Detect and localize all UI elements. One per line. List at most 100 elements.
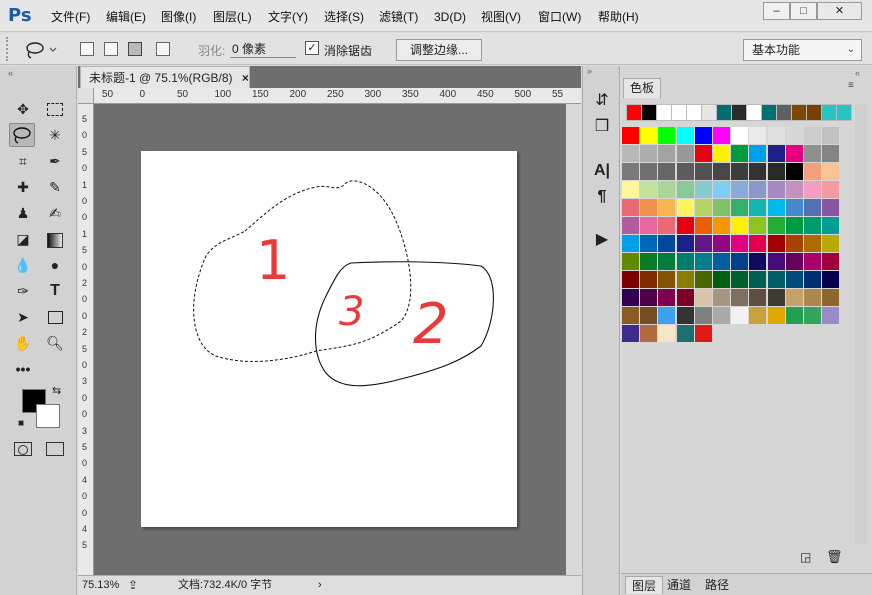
color-swatch[interactable] — [676, 199, 694, 216]
color-swatch[interactable] — [658, 181, 676, 198]
color-swatch[interactable] — [804, 181, 821, 198]
color-swatch[interactable] — [694, 253, 712, 270]
color-swatch[interactable] — [622, 271, 639, 288]
color-swatch[interactable] — [822, 181, 840, 198]
antialias-checkbox[interactable]: ✓ — [305, 41, 319, 55]
color-swatch[interactable] — [822, 163, 840, 180]
color-swatch[interactable] — [785, 217, 803, 234]
color-swatch[interactable] — [694, 217, 712, 234]
clone-stamp-tool-icon[interactable]: ♟ — [12, 202, 34, 224]
eraser-tool-icon[interactable]: ◪ — [12, 228, 34, 250]
color-swatch[interactable] — [804, 253, 821, 270]
ruler-origin[interactable] — [78, 88, 94, 104]
chevron-right-icon[interactable]: › — [318, 576, 322, 594]
color-swatch[interactable] — [767, 181, 785, 198]
color-swatch[interactable] — [804, 199, 821, 216]
menu-file[interactable]: 文件(F) — [51, 9, 90, 25]
color-swatch[interactable] — [640, 145, 658, 162]
color-swatch[interactable] — [676, 145, 694, 162]
color-swatch[interactable] — [658, 127, 676, 144]
recent-swatch[interactable] — [731, 104, 747, 121]
color-swatch[interactable] — [713, 271, 730, 288]
color-swatch[interactable] — [622, 163, 639, 180]
color-swatch[interactable] — [731, 127, 749, 144]
swatch-scrollbar[interactable] — [855, 104, 867, 544]
color-swatch[interactable] — [640, 325, 658, 342]
color-swatch[interactable] — [622, 307, 639, 324]
color-swatch[interactable] — [676, 127, 694, 144]
tab-paths[interactable]: 路径 — [699, 576, 735, 594]
color-swatch[interactable] — [658, 271, 676, 288]
color-swatch[interactable] — [731, 181, 749, 198]
color-swatch[interactable] — [713, 127, 730, 144]
color-swatch[interactable] — [749, 145, 767, 162]
menu-help[interactable]: 帮助(H) — [598, 9, 639, 25]
color-swatch[interactable] — [767, 217, 785, 234]
color-swatch[interactable] — [713, 217, 730, 234]
color-swatch[interactable] — [622, 235, 639, 252]
color-swatch[interactable] — [676, 307, 694, 324]
color-swatch[interactable] — [713, 235, 730, 252]
color-swatch[interactable] — [785, 253, 803, 270]
menu-edit[interactable]: 编辑(E) — [106, 9, 146, 25]
recent-swatch[interactable] — [776, 104, 792, 121]
color-swatch[interactable] — [713, 289, 730, 306]
recent-swatch[interactable] — [626, 104, 642, 121]
menu-filter[interactable]: 滤镜(T) — [379, 9, 418, 25]
color-swatch[interactable] — [622, 145, 639, 162]
color-swatch[interactable] — [767, 127, 785, 144]
lasso-tool-icon[interactable] — [9, 123, 35, 147]
color-swatch[interactable] — [731, 235, 749, 252]
color-swatch[interactable] — [749, 307, 767, 324]
color-swatch[interactable] — [694, 235, 712, 252]
recent-swatch[interactable] — [656, 104, 672, 121]
color-swatch[interactable] — [767, 253, 785, 270]
recent-swatch[interactable] — [791, 104, 807, 121]
character-panel-icon[interactable]: A| — [591, 160, 613, 182]
color-swatch[interactable] — [658, 199, 676, 216]
color-swatch[interactable] — [822, 127, 840, 144]
color-swatch[interactable] — [785, 163, 803, 180]
color-swatch[interactable] — [713, 181, 730, 198]
blur-tool-icon[interactable]: 💧 — [12, 254, 34, 276]
recent-swatch[interactable] — [686, 104, 702, 121]
color-swatch[interactable] — [785, 271, 803, 288]
color-swatch[interactable] — [767, 289, 785, 306]
color-swatch[interactable] — [640, 235, 658, 252]
color-swatch[interactable] — [694, 145, 712, 162]
color-swatch[interactable] — [731, 307, 749, 324]
color-swatch[interactable] — [676, 235, 694, 252]
color-swatch[interactable] — [676, 163, 694, 180]
recent-swatch[interactable] — [746, 104, 762, 121]
color-swatch[interactable] — [804, 235, 821, 252]
color-swatch[interactable] — [713, 199, 730, 216]
color-swatch[interactable] — [822, 289, 840, 306]
trash-icon[interactable]: 🗑︎ — [826, 549, 843, 565]
color-swatch[interactable] — [822, 217, 840, 234]
color-swatch[interactable] — [640, 289, 658, 306]
panel-collapse-icon[interactable]: « — [855, 68, 860, 78]
tab-channels[interactable]: 通道 — [661, 576, 697, 594]
color-swatch[interactable] — [767, 307, 785, 324]
color-swatch[interactable] — [785, 289, 803, 306]
color-swatch[interactable] — [785, 181, 803, 198]
close-tab-icon[interactable]: × — [242, 71, 249, 85]
color-swatch[interactable] — [804, 163, 821, 180]
canvas[interactable]: 1 2 3 — [141, 151, 517, 527]
color-swatch[interactable] — [731, 217, 749, 234]
history-panel-icon[interactable]: ⇵ — [591, 90, 613, 112]
color-swatch[interactable] — [749, 253, 767, 270]
recent-swatch[interactable] — [761, 104, 777, 121]
toolbox-collapse-icon[interactable]: « — [8, 68, 68, 78]
rectangle-tool-icon[interactable] — [44, 306, 66, 328]
color-swatch[interactable] — [804, 307, 821, 324]
default-colors-icon[interactable]: ■ — [18, 418, 24, 429]
color-swatch[interactable] — [713, 307, 730, 324]
type-tool-icon[interactable]: T — [44, 280, 66, 302]
color-swatch[interactable] — [694, 307, 712, 324]
color-swatch[interactable] — [749, 127, 767, 144]
color-swatch[interactable] — [694, 199, 712, 216]
eyedropper-tool-icon[interactable]: ✒ — [44, 150, 66, 172]
color-swatch[interactable] — [640, 163, 658, 180]
color-swatch[interactable] — [822, 145, 840, 162]
